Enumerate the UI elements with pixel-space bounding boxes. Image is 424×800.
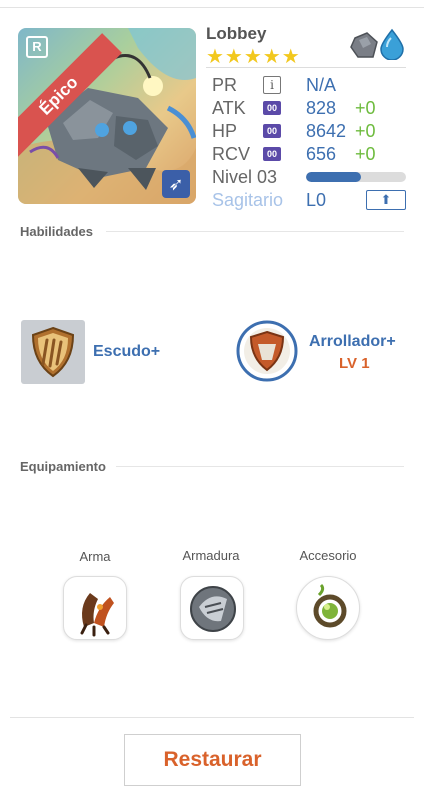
sagittarius-arrow-icon: ➶: [162, 170, 190, 198]
stat-bonus-hp: +0: [355, 121, 376, 141]
water-drop-icon: [380, 28, 404, 60]
equipment-divider: [116, 466, 404, 467]
stat-label-atk: ATK: [212, 98, 246, 118]
stat-bonus-atk: +0: [355, 98, 376, 118]
level-progress-bar: [306, 172, 406, 182]
star-rating: ★★★★★: [206, 46, 301, 68]
monster-card[interactable]: R Épico ➶: [18, 28, 196, 204]
level-label: Nivel 03: [212, 167, 278, 187]
rarity-rank-badge: R: [26, 36, 48, 58]
info-icon[interactable]: i: [263, 76, 281, 94]
bottom-divider: [10, 717, 414, 718]
equip-label-weapon: Arma: [79, 549, 111, 564]
stat-label-hp: HP: [212, 121, 238, 141]
skills-section-title: Habilidades: [20, 224, 93, 239]
level-progress-fill: [306, 172, 361, 182]
upgrade-arrow-icon: ⬆: [380, 192, 392, 207]
stat-plus-badge-hp: 00: [263, 124, 281, 138]
charge-icon[interactable]: [236, 320, 298, 382]
shield-icon[interactable]: [21, 320, 85, 384]
stat-plus-badge-atk: 00: [263, 101, 281, 115]
stats-divider: [206, 67, 406, 68]
top-divider: [0, 7, 424, 8]
rock-icon: [350, 32, 378, 58]
level-row: Nivel 03: [212, 166, 412, 188]
equip-slot-weapon[interactable]: [63, 576, 127, 640]
skills-divider: [106, 231, 404, 232]
stat-plus-badge-rcv: 00: [263, 147, 281, 161]
sign-row: Sagitario L0 ⬆: [212, 189, 412, 211]
equip-label-accessory: Accesorio: [299, 548, 357, 563]
sign-label: Sagitario: [212, 190, 284, 210]
equip-label-armor: Armadura: [182, 548, 240, 563]
sign-value: L0: [306, 190, 327, 210]
monster-name: Lobbey: [206, 24, 267, 43]
stat-bonus-rcv: +0: [355, 144, 376, 164]
armor-icon: [190, 586, 236, 632]
restore-button[interactable]: Restaurar: [124, 734, 301, 786]
equipment-section-title: Equipamiento: [20, 459, 106, 474]
stat-label-pr: PR: [212, 75, 238, 95]
equip-slot-armor[interactable]: [180, 576, 244, 640]
equip-slot-accessory[interactable]: [296, 576, 360, 640]
skill-name-shield[interactable]: Escudo+: [93, 343, 160, 361]
skill-name-charge[interactable]: Arrollador+: [309, 333, 396, 351]
accessory-icon: [313, 583, 347, 628]
skill-level-charge: LV 1: [339, 355, 370, 372]
upgrade-button[interactable]: ⬆: [366, 190, 406, 210]
stat-label-rcv: RCV: [212, 144, 251, 164]
stat-value-pr: N/A: [306, 75, 337, 95]
weapon-claw-icon: [80, 593, 114, 637]
